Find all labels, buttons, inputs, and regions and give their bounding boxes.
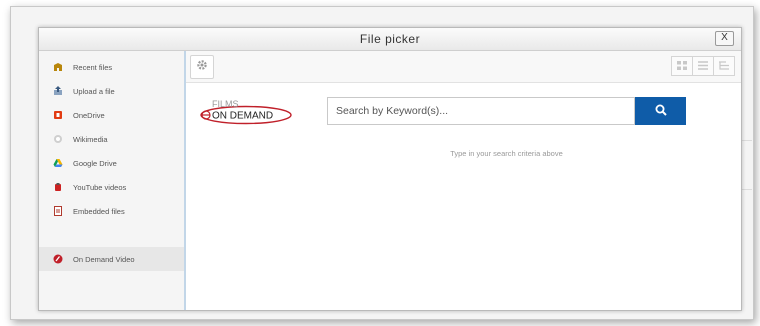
onedrive-icon (53, 110, 63, 120)
dialog-title: File picker (359, 32, 421, 46)
sidebar-item-embedded-files[interactable]: Embedded files (39, 199, 184, 223)
view-switcher (671, 56, 735, 76)
sidebar-item-label: Google Drive (73, 158, 117, 168)
gear-icon (196, 58, 208, 76)
grid-view-button[interactable] (671, 56, 693, 76)
recent-files-icon (53, 62, 63, 72)
on-demand-video-icon (53, 254, 63, 264)
sidebar-item-label: OneDrive (73, 110, 105, 120)
tree-view-icon (719, 57, 729, 75)
search-hint: Type in your search criteria above (450, 149, 563, 158)
sidebar-item-on-demand-video[interactable]: On Demand Video (39, 247, 184, 271)
sidebar-item-wikimedia[interactable]: Wikimedia (39, 127, 184, 151)
search-button[interactable] (635, 97, 686, 125)
grid-view-icon (677, 57, 687, 75)
sidebar-item-onedrive[interactable]: OneDrive (39, 103, 184, 127)
picker-toolbar (186, 51, 741, 83)
youtube-icon (53, 182, 63, 192)
logo-line2: ON DEMAND (212, 111, 273, 122)
sidebar-item-youtube-videos[interactable]: YouTube videos (39, 175, 184, 199)
file-picker-content: FILMS ON DEMAND Type in your search crit… (186, 51, 741, 310)
search-input[interactable] (327, 97, 635, 125)
sidebar-item-label: YouTube videos (73, 182, 127, 192)
sidebar-item-label: Embedded files (73, 206, 125, 216)
films-on-demand-logo: FILMS ON DEMAND (200, 97, 292, 125)
sidebar-item-label: Recent files (73, 62, 113, 72)
file-picker-dialog: File picker X Recent files Upload a file… (38, 27, 742, 311)
list-view-icon (698, 57, 708, 75)
sidebar-item-label: Upload a file (73, 86, 115, 96)
settings-button[interactable] (190, 55, 214, 79)
sidebar-item-upload-file[interactable]: Upload a file (39, 79, 184, 103)
sidebar-item-label: Wikimedia (73, 134, 108, 144)
search-icon (655, 104, 667, 119)
logo-line1: FILMS (212, 99, 239, 109)
sidebar-item-label: On Demand Video (73, 254, 135, 264)
sidebar-item-recent-files[interactable]: Recent files (39, 55, 184, 79)
google-drive-icon (53, 158, 63, 168)
close-button[interactable]: X (715, 31, 734, 46)
embedded-files-icon (53, 206, 63, 216)
repository-sidebar: Recent files Upload a file OneDrive Wiki… (39, 51, 186, 310)
dialog-titlebar: File picker X (39, 28, 741, 51)
tree-view-button[interactable] (713, 56, 735, 76)
sidebar-item-google-drive[interactable]: Google Drive (39, 151, 184, 175)
upload-file-icon (53, 86, 63, 96)
wikimedia-icon (53, 134, 63, 144)
list-view-button[interactable] (692, 56, 714, 76)
